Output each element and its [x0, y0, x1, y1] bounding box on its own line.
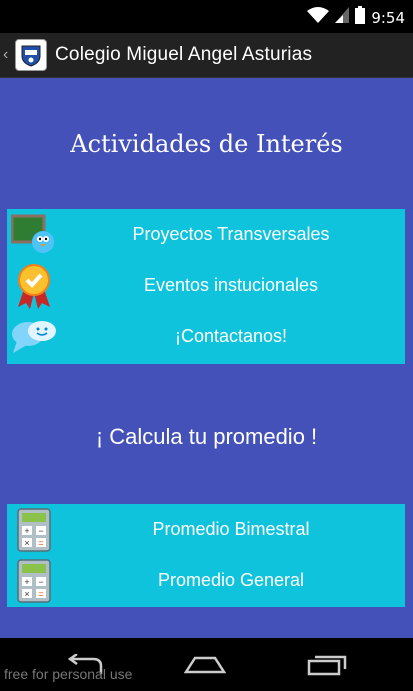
school-logo-icon[interactable]: [15, 39, 47, 71]
activities-panel: Proyectos Transversales Eventos instucio…: [7, 209, 405, 364]
bird-chalkboard-icon: [11, 213, 57, 257]
svg-text:+: +: [24, 577, 29, 587]
back-chevron-icon[interactable]: ‹: [3, 46, 13, 64]
promedio-panel: + − × = Promedio Bimestral + − × = Prome…: [7, 504, 405, 607]
signal-icon: [335, 7, 350, 28]
clock: 9:54: [371, 8, 405, 27]
promedio-general-label: Promedio General: [157, 570, 305, 590]
svg-text:+: +: [24, 526, 29, 536]
list-item-promedio-bimestral[interactable]: + − × = Promedio Bimestral: [7, 504, 405, 555]
list-item-promedio-general[interactable]: + − × = Promedio General: [7, 555, 405, 606]
promedio-heading: ¡ Calcula tu promedio !: [95, 424, 318, 449]
list-item-proyectos[interactable]: Proyectos Transversales: [7, 209, 405, 260]
activities-heading: Actividades de Interés: [70, 130, 343, 158]
action-bar: ‹ Colegio Miguel Angel Asturias: [0, 33, 413, 78]
calculator-icon: + − × =: [11, 508, 57, 552]
wifi-icon: [307, 6, 330, 29]
navigation-bar: [0, 638, 413, 691]
svg-text:=: =: [38, 538, 43, 548]
award-medal-icon: [11, 264, 57, 309]
svg-text:×: ×: [24, 589, 29, 599]
home-icon[interactable]: [180, 652, 230, 678]
list-item-eventos[interactable]: Eventos instucionales: [7, 260, 405, 311]
svg-text:−: −: [38, 526, 43, 536]
battery-icon: [355, 6, 366, 29]
speech-bubbles-icon: [11, 315, 57, 359]
contactanos-label: ¡Contactanos!: [174, 326, 288, 346]
eventos-label: Eventos instucionales: [143, 275, 319, 295]
promedio-bimestral-label: Promedio Bimestral: [152, 519, 310, 539]
svg-text:−: −: [38, 577, 43, 587]
status-icons: 9:54: [307, 6, 405, 29]
app-title: Colegio Miguel Angel Asturias: [55, 44, 313, 65]
main-content: Actividades de Interés Proyectos Transve…: [0, 78, 413, 638]
status-bar: 9:54: [0, 0, 413, 33]
svg-text:×: ×: [24, 538, 29, 548]
calculator-icon: + − × =: [11, 559, 57, 603]
watermark-text: free for personal use: [4, 666, 133, 682]
list-item-contactanos[interactable]: ¡Contactanos!: [7, 311, 405, 362]
svg-text:=: =: [38, 589, 43, 599]
proyectos-label: Proyectos Transversales: [132, 224, 330, 244]
recent-apps-icon[interactable]: [302, 652, 352, 678]
